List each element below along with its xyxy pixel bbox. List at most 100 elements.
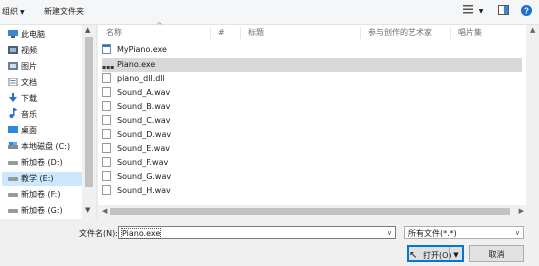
- nav-item-drive-c[interactable]: 本地磁盘 (C:): [8, 140, 70, 154]
- dropdown-arrow-icon: ▼: [20, 9, 25, 16]
- nav-item-label: 下载: [21, 94, 37, 103]
- picture-folder-icon: [8, 61, 18, 70]
- file-row[interactable]: MyPiano.exe: [102, 43, 522, 57]
- file-name: Sound_B.wav: [117, 102, 171, 111]
- view-dropdown-icon[interactable]: ▼: [477, 5, 485, 18]
- organize-menu[interactable]: 组织 ▼: [2, 6, 25, 18]
- column-header-number[interactable]: #: [218, 25, 225, 41]
- nav-item-pictures[interactable]: 图片: [8, 60, 37, 74]
- file-icon: [102, 115, 111, 125]
- scroll-right-icon[interactable]: ▶: [519, 207, 524, 215]
- video-folder-icon: [8, 45, 18, 54]
- file-row[interactable]: Sound_E.wav: [102, 142, 522, 156]
- document-folder-icon: [8, 77, 18, 87]
- nav-item-label: 教学 (E:): [21, 174, 54, 183]
- file-row[interactable]: Sound_F.wav: [102, 156, 522, 170]
- sort-arrow-icon: ^: [156, 21, 163, 30]
- file-name: Sound_A.wav: [117, 88, 171, 97]
- file-name: Piano.exe: [117, 60, 156, 69]
- file-icon: [102, 157, 111, 167]
- filetype-value: 所有文件(*.*): [408, 229, 457, 238]
- column-divider[interactable]: [210, 27, 211, 39]
- nav-item-label: 音乐: [21, 110, 37, 119]
- file-row[interactable]: Sound_A.wav: [102, 86, 522, 100]
- application-icon: [102, 44, 111, 54]
- file-name: Sound_D.wav: [117, 130, 172, 139]
- file-row[interactable]: Sound_B.wav: [102, 100, 522, 114]
- open-label: 打开(O): [423, 251, 452, 260]
- view-options-icon[interactable]: [462, 5, 474, 18]
- file-list: ^ 名称 # 标题 参与创作的艺术家 唱片集 MyPiano.exe ▪▪▪ Pi…: [98, 21, 526, 205]
- column-divider[interactable]: [360, 27, 361, 39]
- filename-label: 文件名(N):: [79, 229, 118, 238]
- file-row[interactable]: Sound_H.wav: [102, 184, 522, 198]
- file-row[interactable]: Sound_G.wav: [102, 170, 522, 184]
- drive-icon: [8, 205, 18, 213]
- nav-item-this-pc[interactable]: 此电脑: [8, 28, 45, 42]
- organize-label: 组织: [2, 7, 18, 16]
- file-name: Sound_E.wav: [117, 144, 170, 153]
- drive-icon: [8, 173, 18, 181]
- drive-icon: [8, 189, 18, 197]
- column-header-album[interactable]: 唱片集: [458, 25, 482, 41]
- nav-item-documents[interactable]: 文档: [8, 76, 37, 90]
- column-divider[interactable]: [240, 27, 241, 39]
- column-divider[interactable]: [450, 27, 451, 39]
- scrollbar-thumb[interactable]: [110, 208, 510, 215]
- file-name: Sound_F.wav: [117, 158, 169, 167]
- nav-item-desktop[interactable]: 桌面: [8, 124, 37, 138]
- list-scrollbar[interactable]: ▲: [528, 25, 539, 205]
- nav-scrollbar[interactable]: ▲ ▼: [82, 25, 96, 219]
- file-icon: [102, 129, 111, 139]
- file-row[interactable]: ▪▪▪ Piano.exe: [102, 58, 522, 72]
- file-icon: [102, 73, 111, 83]
- column-header-artist[interactable]: 参与创作的艺术家: [368, 25, 432, 41]
- scroll-up-icon[interactable]: ▲: [85, 26, 90, 34]
- scroll-up-icon[interactable]: ▲: [530, 26, 535, 34]
- nav-item-videos[interactable]: 视频: [8, 44, 37, 58]
- column-header-name[interactable]: 名称: [106, 25, 122, 41]
- svg-text:?: ?: [524, 7, 529, 16]
- file-icon: [102, 171, 111, 181]
- mouse-cursor-icon: ↖: [409, 250, 418, 261]
- file-icon: [102, 143, 111, 153]
- nav-item-drive-f[interactable]: 新加卷 (F:): [8, 188, 60, 202]
- nav-item-label: 新加卷 (D:): [21, 158, 63, 167]
- drive-icon: [8, 157, 18, 165]
- drive-icon: [8, 141, 18, 149]
- filename-input[interactable]: Piano.exe ∨: [118, 226, 396, 239]
- nav-item-drive-g[interactable]: 新加卷 (G:): [8, 204, 63, 218]
- new-folder-button[interactable]: 新建文件夹: [44, 6, 84, 18]
- music-folder-icon: [8, 108, 18, 118]
- file-name: Sound_C.wav: [117, 116, 171, 125]
- horizontal-scrollbar[interactable]: ◀ ▶: [98, 205, 526, 218]
- file-name: piano_dll.dll: [117, 74, 165, 83]
- nav-item-label: 此电脑: [21, 30, 45, 39]
- chevron-down-icon[interactable]: ∨: [387, 227, 392, 240]
- nav-item-drive-d[interactable]: 新加卷 (D:): [8, 156, 63, 170]
- nav-item-label: 新加卷 (F:): [21, 190, 61, 199]
- nav-item-label: 图片: [21, 62, 37, 71]
- nav-item-label: 本地磁盘 (C:): [21, 142, 71, 151]
- nav-item-downloads[interactable]: 下载: [8, 92, 37, 106]
- desktop-folder-icon: [8, 125, 18, 133]
- file-row[interactable]: Sound_C.wav: [102, 114, 522, 128]
- scrollbar-thumb[interactable]: [85, 37, 93, 187]
- scroll-down-icon[interactable]: ▼: [85, 206, 90, 214]
- file-icon: [102, 185, 111, 195]
- computer-icon: [8, 29, 18, 38]
- cancel-button[interactable]: 取消: [469, 245, 524, 262]
- help-icon[interactable]: ?: [520, 5, 532, 18]
- column-header-title[interactable]: 标题: [248, 25, 264, 41]
- file-name: Sound_G.wav: [117, 172, 172, 181]
- file-icon: [102, 87, 111, 97]
- scroll-left-icon[interactable]: ◀: [102, 207, 107, 215]
- file-row[interactable]: piano_dll.dll: [102, 72, 522, 86]
- nav-item-drive-e[interactable]: 教学 (E:): [2, 172, 86, 186]
- nav-item-music[interactable]: 音乐: [8, 108, 37, 122]
- filetype-select[interactable]: 所有文件(*.*) ∨: [404, 226, 524, 239]
- preview-pane-icon[interactable]: [497, 5, 509, 18]
- open-dropdown-icon[interactable]: ▼: [449, 247, 462, 260]
- filename-value: Piano.exe: [120, 228, 162, 239]
- file-row[interactable]: Sound_D.wav: [102, 128, 522, 142]
